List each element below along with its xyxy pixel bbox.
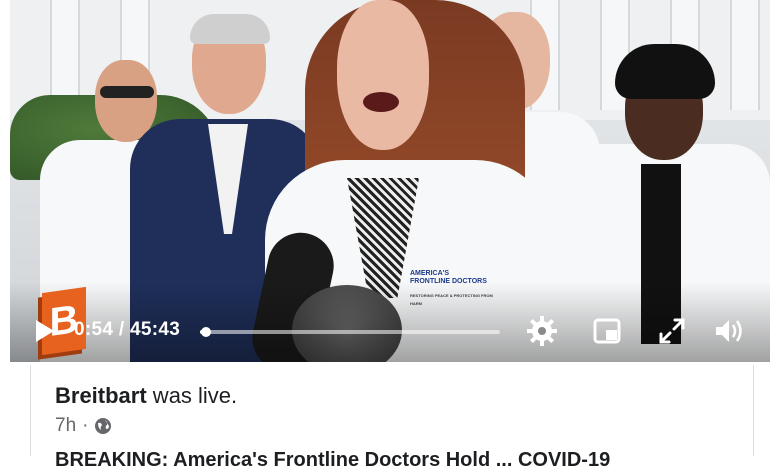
duration: 45:43 [130, 319, 181, 340]
volume-icon[interactable] [712, 314, 746, 348]
video-player[interactable]: AMERICA'S FRONTLINE DOCTORS RESTORING PE… [10, 0, 770, 362]
player-controls: 0:54 / 45:43 [10, 314, 770, 348]
fullscreen-icon[interactable] [655, 314, 689, 348]
play-icon[interactable] [36, 320, 54, 342]
post-meta: 7h · [55, 415, 112, 437]
current-time: 0:54 [74, 319, 114, 340]
post-header: Breitbart was live. [55, 383, 237, 409]
progress-knob[interactable] [201, 327, 211, 337]
meta-separator: · [82, 415, 89, 436]
globe-icon [95, 418, 112, 434]
time-separator: / [118, 319, 125, 340]
gear-icon[interactable] [525, 314, 559, 348]
miniplayer-icon[interactable] [590, 314, 624, 348]
time-display: 0:54 / 45:43 [74, 319, 180, 341]
author-name[interactable]: Breitbart [55, 383, 147, 408]
progress-bar[interactable] [200, 327, 500, 337]
post-action: was live. [146, 383, 238, 408]
post-text: BREAKING: America's Frontline Doctors Ho… [55, 449, 611, 471]
post-age[interactable]: 7h [55, 415, 76, 437]
post-card: Breitbart was live. 7h · BREAKING: Ameri… [30, 365, 754, 471]
